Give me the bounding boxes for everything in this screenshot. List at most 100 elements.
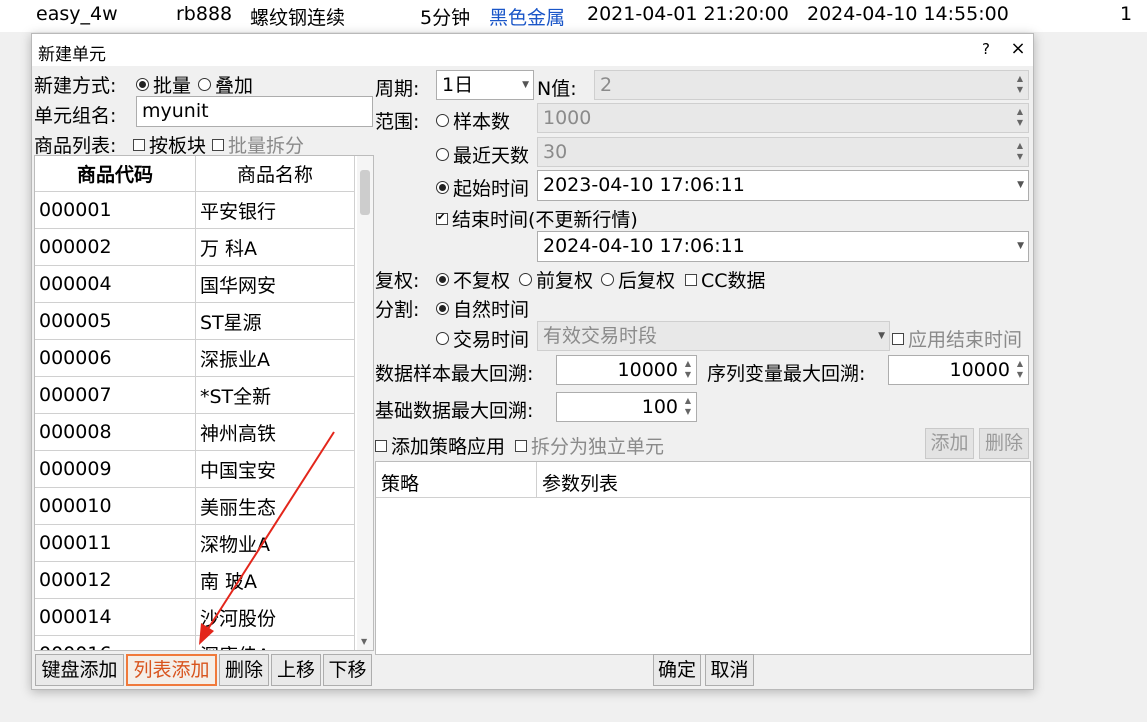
col-header-params[interactable]: 参数列表 <box>542 469 618 496</box>
table-row[interactable]: 000014 沙河股份 <box>35 598 355 636</box>
spin-arrows-icon: ▲ ▼ <box>684 396 692 416</box>
end-time-picker[interactable]: 2024-04-10 17:06:11 ▼ <box>537 231 1029 262</box>
period-select[interactable]: 1日 ▼ <box>436 70 534 100</box>
bg-end: 2024-04-10 14:55:00 <box>807 3 1009 25</box>
radio-unchecked-icon <box>519 273 532 286</box>
product-name-cell: 美丽生态 <box>195 487 355 525</box>
method-stack-radio[interactable]: 叠加 <box>198 71 253 98</box>
max-base-spinbox[interactable]: 100 ▲ ▼ <box>556 392 697 422</box>
product-name-cell: 深康佳A <box>195 635 355 650</box>
close-button[interactable]: × <box>1006 38 1030 62</box>
product-name-cell: 沙河股份 <box>195 598 355 636</box>
recent-days-radio[interactable]: 最近天数 <box>436 141 529 168</box>
split-unit-checkbox[interactable]: 拆分为独立单元 <box>515 432 664 459</box>
checkbox-icon <box>212 138 224 151</box>
product-code-cell: 000004 <box>35 265 196 303</box>
sample-spinbox[interactable]: 1000 ▲ ▼ <box>537 103 1029 133</box>
add-strategy-button[interactable]: 添加 <box>925 428 974 459</box>
by-board-checkbox[interactable]: 按板块 <box>133 131 206 158</box>
radio-checked-icon <box>436 273 449 286</box>
chevron-down-icon: ▼ <box>1017 180 1024 190</box>
chevron-down-icon: ▼ <box>878 331 885 341</box>
batch-split-checkbox[interactable]: 批量拆分 <box>212 131 304 158</box>
list-add-button[interactable]: 列表添加 <box>126 654 217 686</box>
checkbox-icon <box>375 439 387 452</box>
trade-session-select[interactable]: 有效交易时段 ▼ <box>537 321 890 351</box>
adj-label: 复权: <box>375 270 420 292</box>
product-name-cell: 平安银行 <box>195 191 355 229</box>
start-time-picker[interactable]: 2023-04-10 17:06:11 ▼ <box>537 170 1029 201</box>
delete-item-button[interactable]: 删除 <box>219 654 269 686</box>
col-header-strategy[interactable]: 策略 <box>381 469 419 496</box>
product-name-cell: 深物业A <box>195 524 355 562</box>
method-batch-radio[interactable]: 批量 <box>136 71 191 98</box>
trade-time-radio[interactable]: 交易时间 <box>436 325 529 352</box>
move-down-button[interactable]: 下移 <box>323 654 372 686</box>
background-list-row[interactable]: easy_4w rb888 螺纹钢连续 5分钟 黑色金属 2021-04-01 … <box>0 0 1147 32</box>
table-row[interactable]: 000001 平安银行 <box>35 191 355 229</box>
adj-none-radio[interactable]: 不复权 <box>436 266 510 293</box>
title-bar: 新建单元 ? × <box>32 34 1033 66</box>
add-strategy-checkbox[interactable]: 添加策略应用 <box>375 432 505 459</box>
cancel-button[interactable]: 取消 <box>705 654 754 686</box>
product-code-cell: 000009 <box>35 450 196 488</box>
table-row[interactable]: 000010 美丽生态 <box>35 487 355 525</box>
chevron-down-icon: ▼ <box>522 80 529 90</box>
bg-code: rb888 <box>176 3 233 25</box>
product-name-cell: 南 玻A <box>195 561 355 599</box>
radio-unchecked-icon <box>436 114 449 127</box>
group-label: 单元组名: <box>34 105 117 127</box>
product-name-cell: 深振业A <box>195 339 355 377</box>
move-up-button[interactable]: 上移 <box>271 654 321 686</box>
recent-days-spinbox[interactable]: 30 ▲ ▼ <box>537 137 1029 167</box>
col-header-name[interactable]: 商品名称 <box>195 156 355 192</box>
table-row[interactable]: 000011 深物业A <box>35 524 355 562</box>
table-row[interactable]: 000007 *ST全新 <box>35 376 355 414</box>
end-time-checkbox[interactable]: 结束时间(不更新行情) <box>436 205 638 232</box>
cc-data-checkbox[interactable]: CC数据 <box>685 266 766 293</box>
checkbox-icon <box>685 273 697 286</box>
adj-back-radio[interactable]: 后复权 <box>601 266 675 293</box>
max-sample-spinbox[interactable]: 10000 ▲ ▼ <box>556 355 697 385</box>
start-time-radio[interactable]: 起始时间 <box>436 174 529 201</box>
radio-unchecked-icon <box>198 78 211 91</box>
checkbox-icon <box>892 332 904 345</box>
spin-arrows-icon: ▲ ▼ <box>1016 74 1024 94</box>
group-name-input[interactable]: myunit <box>136 96 373 127</box>
keyboard-add-button[interactable]: 键盘添加 <box>35 654 124 686</box>
spin-arrows-icon: ▲ ▼ <box>1016 107 1024 127</box>
table-row[interactable]: 000006 深振业A <box>35 339 355 377</box>
table-scrollbar[interactable] <box>357 156 373 650</box>
help-button[interactable]: ? <box>976 40 996 60</box>
dialog-title: 新建单元 <box>38 45 106 65</box>
col-header-code[interactable]: 商品代码 <box>35 156 196 192</box>
table-row[interactable]: 000016深康佳A <box>35 635 355 650</box>
table-row[interactable]: 000008 神州高铁 <box>35 413 355 451</box>
scroll-down-icon[interactable]: ▼ <box>361 637 367 646</box>
table-row[interactable]: 000004 国华网安 <box>35 265 355 303</box>
table-row[interactable]: 000009 中国宝安 <box>35 450 355 488</box>
spin-arrows-icon: ▲ ▼ <box>1016 141 1024 161</box>
ok-button[interactable]: 确定 <box>653 654 701 686</box>
max-base-label: 基础数据最大回溯: <box>375 400 534 422</box>
radio-checked-icon <box>436 181 449 194</box>
sample-radio[interactable]: 样本数 <box>436 107 510 134</box>
checkbox-icon <box>133 138 145 151</box>
apply-end-time-checkbox[interactable]: 应用结束时间 <box>892 325 1022 352</box>
table-row[interactable]: 000005 ST星源 <box>35 302 355 340</box>
strategy-table-header: 策略 参数列表 <box>376 462 1030 498</box>
adj-forward-radio[interactable]: 前复权 <box>519 266 593 293</box>
table-row[interactable]: 000012 南 玻A <box>35 561 355 599</box>
table-row[interactable]: 000002 万 科A <box>35 228 355 266</box>
product-code-cell: 000007 <box>35 376 196 414</box>
product-code-cell: 000001 <box>35 191 196 229</box>
product-code-cell: 000011 <box>35 524 196 562</box>
product-code-cell: 000002 <box>35 228 196 266</box>
scrollbar-thumb[interactable] <box>360 170 370 215</box>
natural-time-radio[interactable]: 自然时间 <box>436 295 529 322</box>
product-code-cell: 000010 <box>35 487 196 525</box>
max-series-spinbox[interactable]: 10000 ▲ ▼ <box>888 355 1029 385</box>
n-value-spinbox[interactable]: 2 ▲ ▼ <box>594 70 1029 100</box>
delete-strategy-button[interactable]: 删除 <box>979 428 1029 459</box>
spin-arrows-icon: ▲ ▼ <box>1016 359 1024 379</box>
